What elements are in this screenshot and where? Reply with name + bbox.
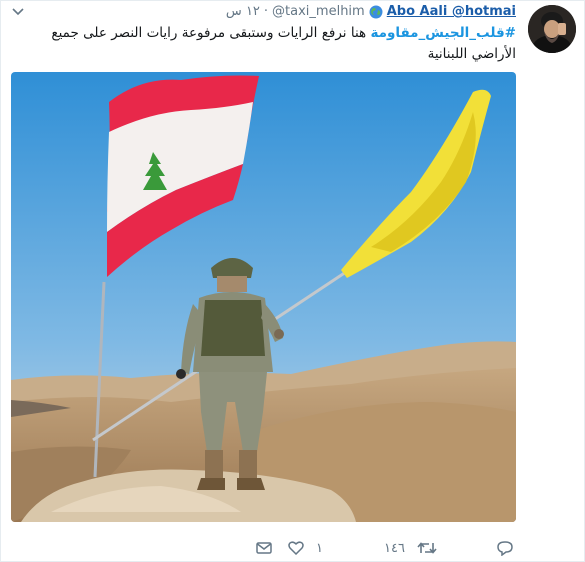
retweet-action[interactable]: ١٤٦ [384, 538, 437, 558]
separator-dot: · [263, 4, 269, 19]
globe-icon [369, 5, 383, 18]
timestamp[interactable]: ١٢ س [226, 4, 260, 19]
avatar[interactable] [528, 5, 576, 53]
author-display-name[interactable]: Abo Aali @hotmai [387, 4, 516, 19]
reply-icon [497, 541, 513, 556]
tweet-actions: ١ ١٤٦ [256, 538, 521, 558]
tweet-photo[interactable] [11, 72, 516, 522]
tweet-card[interactable]: ١٢ س · @taxi_melhim Abo Aali @hotmai #قل… [0, 0, 585, 562]
message-action[interactable] [256, 538, 272, 558]
tweet-header: ١٢ س · @taxi_melhim Abo Aali @hotmai [226, 4, 516, 19]
like-action[interactable]: ١ [288, 538, 323, 558]
envelope-icon [256, 542, 272, 554]
heart-icon [288, 541, 304, 555]
hashtag-link[interactable]: #قلب_الجيش_مقاومة [370, 25, 516, 41]
reply-action[interactable] [496, 538, 520, 558]
tweet-text: #قلب_الجيش_مقاومة هنا نرفع الرايات وستبق… [16, 23, 516, 65]
chevron-down-icon[interactable] [11, 6, 25, 18]
author-handle[interactable]: @taxi_melhim [272, 4, 365, 19]
like-count: ١ [316, 540, 323, 556]
retweet-count: ١٤٦ [384, 540, 405, 556]
retweet-icon [417, 542, 437, 554]
